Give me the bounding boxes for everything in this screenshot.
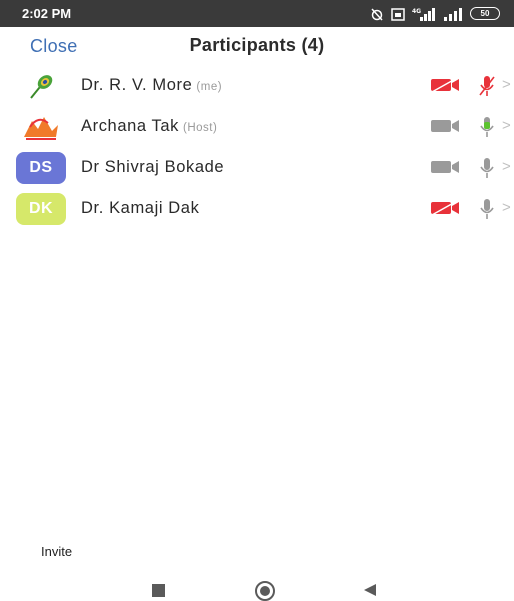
status-time: 2:02 PM (22, 6, 72, 21)
avatar-initials: DS (29, 158, 53, 176)
participant-name: Dr. Kamaji Dak (81, 199, 199, 218)
camera-off-icon[interactable] (430, 200, 460, 216)
participant-name-text: Dr. R. V. More (81, 76, 193, 94)
home-dot (260, 586, 270, 596)
chevron-right-icon: > (502, 117, 511, 134)
system-nav-bar (0, 578, 514, 601)
mic-muted-icon[interactable] (478, 75, 496, 97)
participant-name: Dr. R. V. More (me) (81, 76, 222, 95)
chevron-right-icon: > (502, 76, 511, 93)
avatar (16, 111, 66, 143)
avatar: DS (16, 151, 66, 184)
recents-square-icon[interactable] (152, 584, 165, 597)
camera-off-icon[interactable] (430, 77, 460, 93)
participant-tag: (Host) (183, 122, 218, 134)
chevron-right-icon: > (502, 158, 511, 175)
participant-list: Dr. R. V. More(me) > Archana Tak(Host) (0, 65, 514, 229)
battery-level: 50 (480, 9, 490, 18)
participant-row[interactable]: Archana Tak (Host) > (0, 106, 514, 147)
home-circle-icon[interactable] (255, 581, 275, 601)
avatar: DK (16, 192, 66, 225)
mic-icon[interactable] (478, 198, 496, 220)
participant-row[interactable]: Dr. R. V. More (me) > (0, 65, 514, 106)
camera-on-icon[interactable] (430, 118, 460, 134)
camera-on-icon[interactable] (430, 159, 460, 175)
participant-name: Archana Tak (Host) (81, 117, 217, 136)
participant-row[interactable]: DK Dr. Kamaji Dak > (0, 188, 514, 229)
participant-name-text: Dr. Kamaji Dak (81, 199, 200, 217)
mic-icon[interactable] (478, 157, 496, 179)
battery-indicator: 50 (470, 7, 500, 20)
participant-name-text: Dr Shivraj Bokade (81, 158, 225, 176)
participant-tag: (me) (196, 81, 223, 93)
avatar-initials: DK (28, 199, 54, 217)
chevron-right-icon: > (502, 199, 511, 216)
page-title: Participants (4) (189, 35, 325, 55)
participant-name-text: Archana Tak (81, 117, 180, 135)
mic-active-icon[interactable] (478, 116, 496, 138)
calendar-icon (391, 7, 405, 21)
status-icons: 4G 50 (370, 7, 500, 21)
orange-logo-icon (24, 116, 58, 140)
header: Close Participants (4) (0, 27, 514, 65)
back-triangle-icon[interactable] (363, 583, 377, 597)
svg-text:4G: 4G (412, 8, 421, 15)
signal-4g-icon: 4G (412, 7, 435, 21)
signal-icon (444, 7, 462, 21)
avatar (16, 70, 66, 102)
alarm-icon (371, 7, 383, 21)
participant-name: Dr Shivraj Bokade (81, 158, 224, 177)
participant-row[interactable]: DS Dr Shivraj Bokade > (0, 147, 514, 188)
invite-button[interactable]: Invite (41, 544, 72, 559)
status-bar: 2:02 PM 4G 50 (0, 0, 514, 27)
peacock-feather-icon (30, 74, 53, 99)
